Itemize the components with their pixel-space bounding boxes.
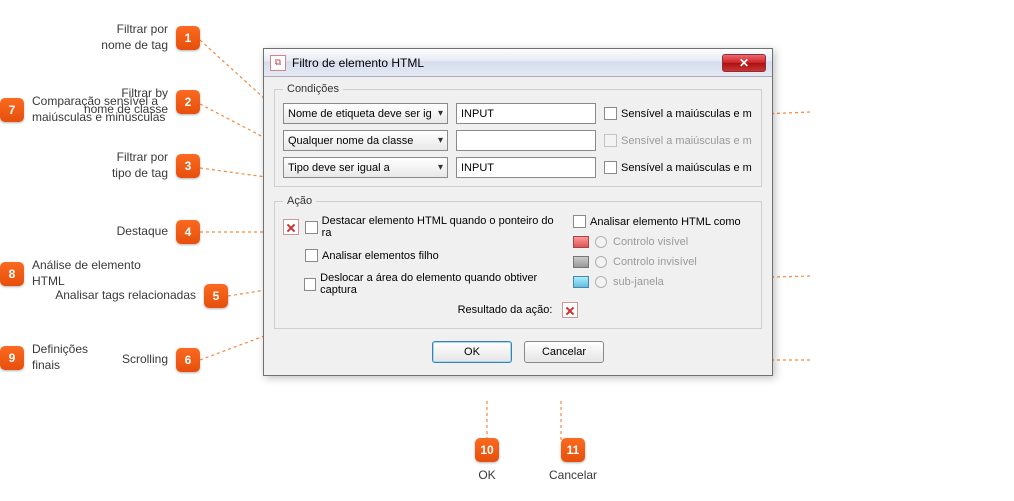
invisible-icon	[573, 256, 589, 268]
subwindow-icon	[573, 276, 589, 288]
cancel-button[interactable]: Cancelar	[524, 341, 604, 363]
anno-4: Destaque4	[0, 220, 200, 244]
anno-7: 7Comparação sensível amaiúsculas e minús…	[0, 94, 165, 125]
opt-invisible: Controlo invisível	[573, 256, 753, 268]
opt-subwindow: sub-janela	[573, 276, 753, 288]
type-value[interactable]	[456, 157, 596, 178]
anno-8: 8Análise de elementoHTML	[0, 258, 141, 289]
conditions-group: Condições Nome de etiqueta deve ser ig S…	[274, 83, 762, 187]
anno-11: 11Cancelar	[549, 438, 597, 482]
classname-value[interactable]	[456, 130, 596, 151]
visible-icon	[573, 236, 589, 248]
type-case-checkbox[interactable]: Sensível a maiúsculas e m	[604, 161, 752, 174]
window-title: Filtro de elemento HTML	[292, 56, 424, 70]
condition-row-2: Qualquer nome da classe Sensível a maiús…	[283, 130, 753, 151]
highlight-checkbox[interactable]: Destacar elemento HTML quando o ponteiro…	[305, 215, 559, 239]
condition-row-1: Nome de etiqueta deve ser ig Sensível a …	[283, 103, 753, 124]
opt-visible: Controlo visível	[573, 236, 753, 248]
titlebar[interactable]: ⧉ Filtro de elemento HTML ✕	[264, 49, 772, 77]
dialog-window: ⧉ Filtro de elemento HTML ✕ Condições No…	[263, 48, 773, 376]
anno-3: Filtrar portipo de tag3	[0, 150, 200, 181]
result-row: Resultado da ação:	[283, 302, 753, 318]
scroll-checkbox[interactable]: Deslocar a área do elemento quando obtiv…	[304, 272, 559, 296]
children-row: Analisar elementos filho	[283, 249, 559, 262]
analyze-checkbox[interactable]: Analisar elemento HTML como	[573, 215, 753, 228]
tagname-value[interactable]	[456, 103, 596, 124]
conditions-legend: Condições	[283, 83, 343, 95]
tagname-select[interactable]: Nome de etiqueta deve ser ig	[283, 103, 448, 124]
action-legend: Ação	[283, 195, 316, 207]
app-icon: ⧉	[270, 55, 286, 71]
action-group: Ação Destacar elemento HTML quando o pon…	[274, 195, 762, 329]
classname-select[interactable]: Qualquer nome da classe	[283, 130, 448, 151]
condition-row-3: Tipo deve ser igual a Sensível a maiúscu…	[283, 157, 753, 178]
anno-1: Filtrar pornome de tag1	[0, 22, 200, 53]
ok-button[interactable]: OK	[432, 341, 512, 363]
type-select[interactable]: Tipo deve ser igual a	[283, 157, 448, 178]
classname-case-checkbox: Sensível a maiúsculas e m	[604, 134, 752, 147]
tagname-case-checkbox[interactable]: Sensível a maiúsculas e m	[604, 107, 752, 120]
result-label: Resultado da ação:	[458, 304, 553, 316]
anno-10: 10OK	[475, 438, 499, 482]
close-button[interactable]: ✕	[722, 54, 766, 72]
highlight-row: Destacar elemento HTML quando o ponteiro…	[283, 215, 559, 239]
anno-9: 9Definiçõesfinais	[0, 342, 88, 373]
scroll-row: Deslocar a área do elemento quando obtiv…	[283, 272, 559, 296]
highlight-icon	[283, 219, 299, 235]
result-icon	[562, 302, 578, 318]
children-checkbox[interactable]: Analisar elementos filho	[305, 249, 439, 262]
